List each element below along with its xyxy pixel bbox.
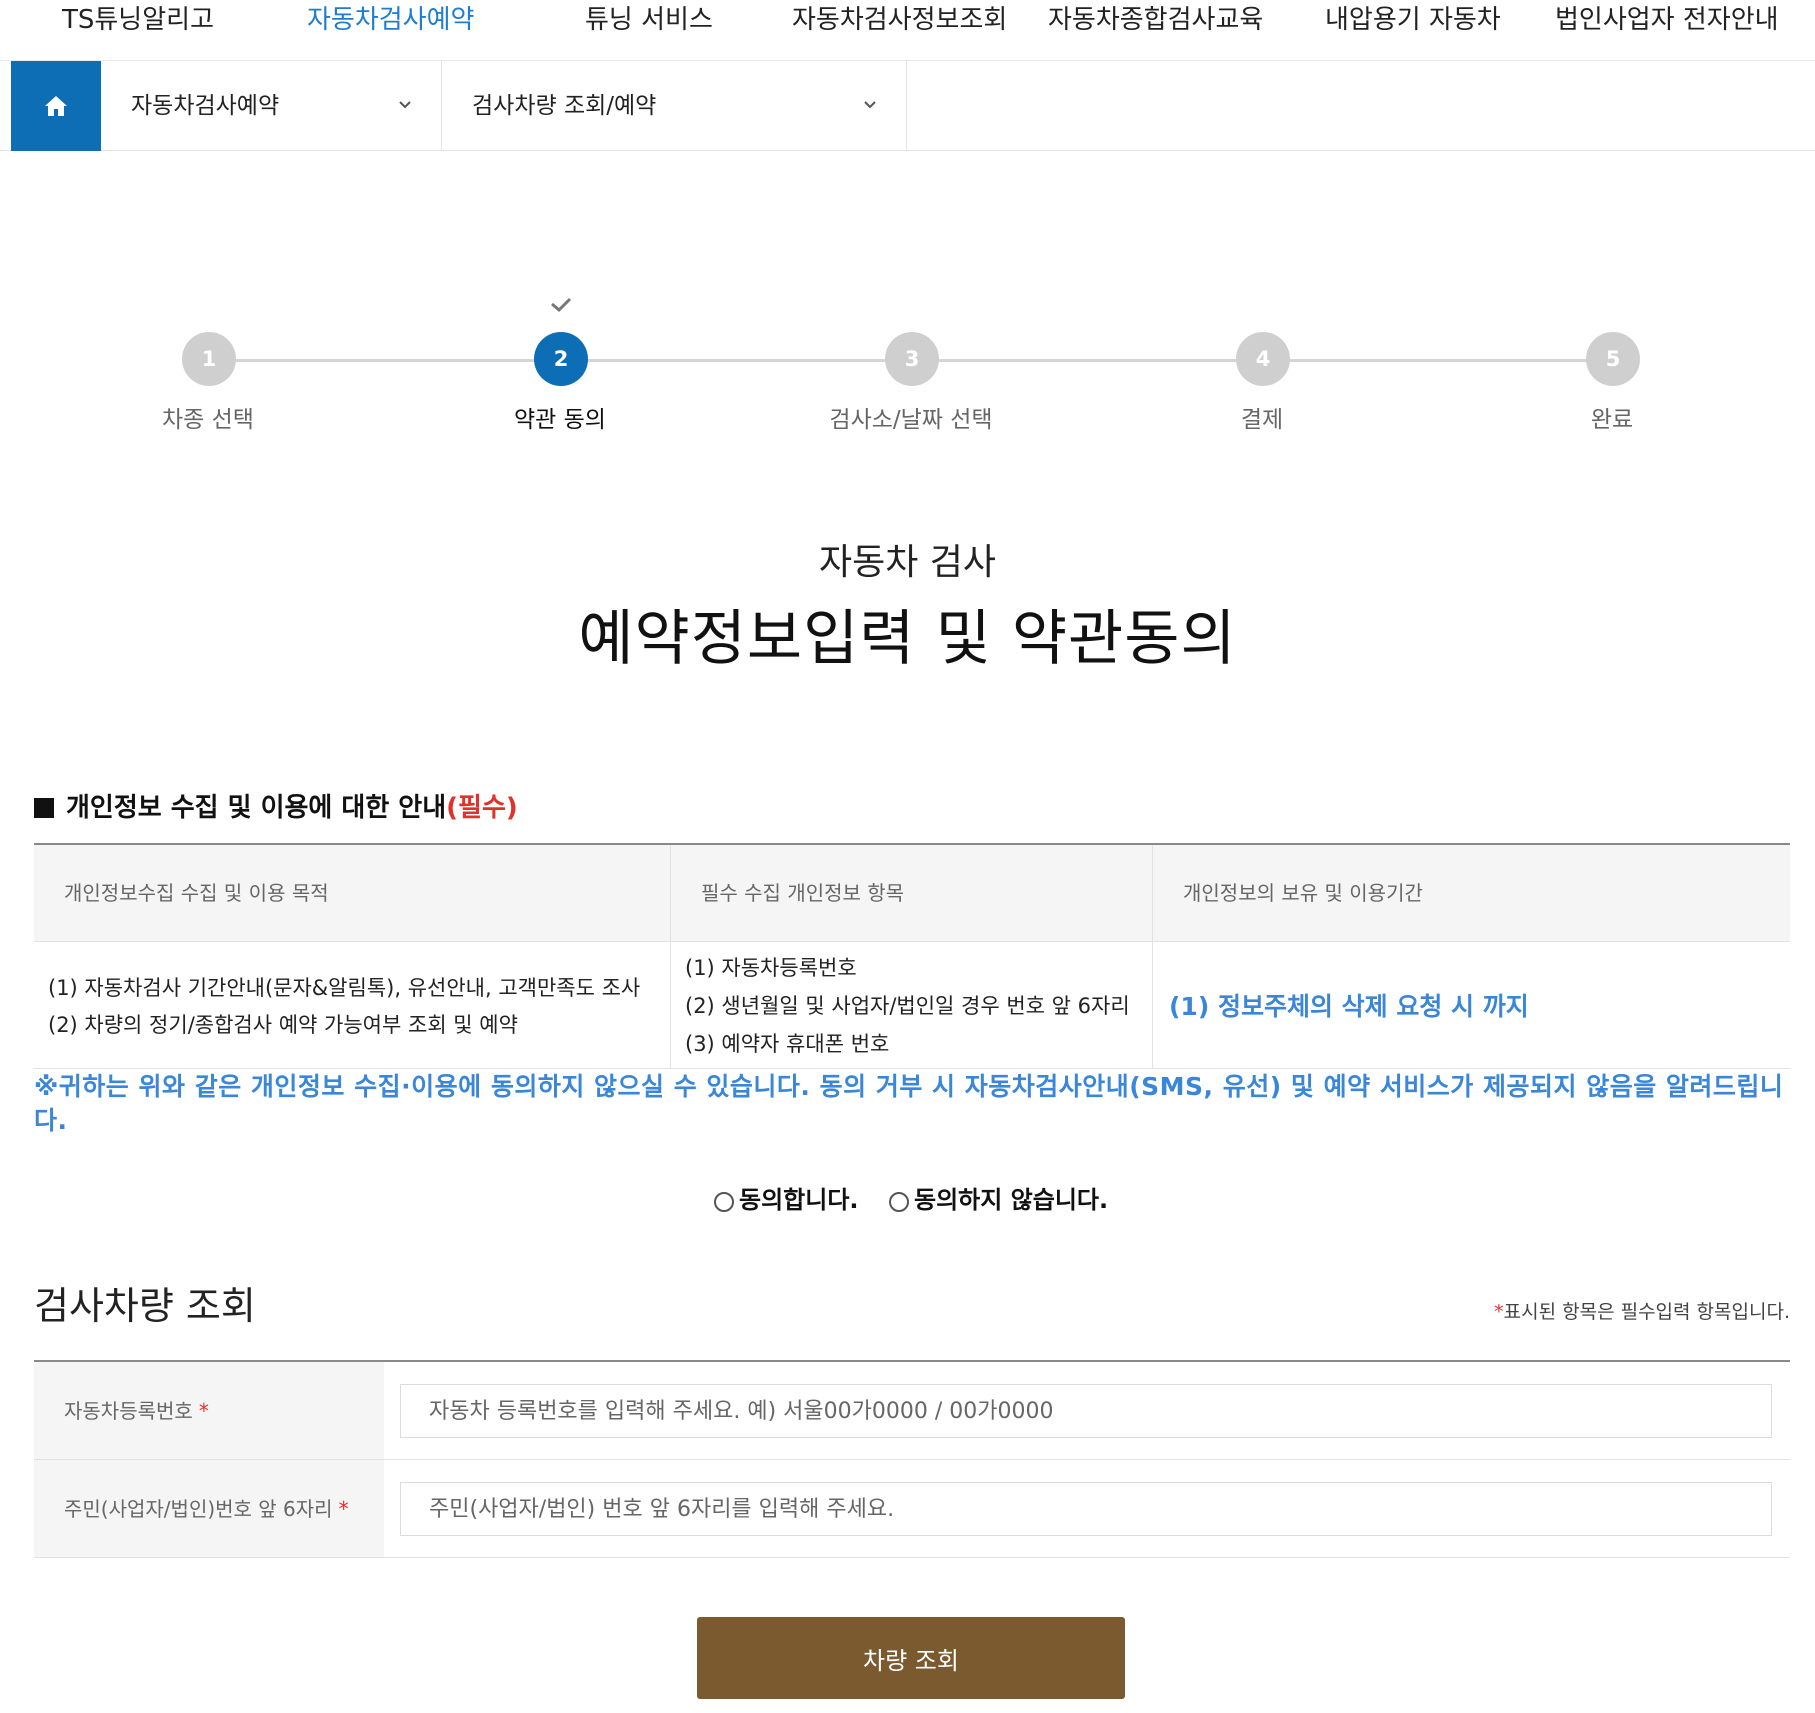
step-number: 1 — [182, 332, 236, 386]
step-label: 완료 — [1590, 407, 1634, 433]
table-header-row: 개인정보수집 수집 및 이용 목적 필수 수집 개인정보 항목 개인정보의 보유… — [34, 845, 1790, 942]
home-button[interactable] — [11, 61, 101, 151]
breadcrumb-level1-dropdown[interactable]: 자동차검사예약 — [101, 61, 442, 151]
retention-text: (1) 정보주체의 삭제 요청 시 까지 — [1169, 992, 1529, 1021]
breadcrumb-level1-label: 자동차검사예약 — [131, 93, 280, 119]
topnav-inspection-education[interactable]: 자동차종합검사교육 — [1048, 0, 1263, 40]
consent-notice: ※귀하는 위와 같은 개인정보 수집·이용에 동의하지 않으실 수 있습니다. … — [34, 1072, 1784, 1135]
disagree-label[interactable]: 동의하지 않습니다. — [914, 1180, 1108, 1220]
step-label: 약관 동의 — [514, 407, 606, 433]
id-label: 주민(사업자/법인)번호 앞 6자리 * — [64, 1497, 349, 1521]
form-row-id: 주민(사업자/법인)번호 앞 6자리 * — [34, 1460, 1790, 1558]
cell-retention: (1) 정보주체의 삭제 요청 시 까지 — [1152, 942, 1790, 1068]
privacy-table: 개인정보수집 수집 및 이용 목적 필수 수집 개인정보 항목 개인정보의 보유… — [34, 843, 1790, 1069]
vehicle-lookup-button[interactable]: 차량 조회 — [697, 1617, 1125, 1699]
step-label: 차종 선택 — [162, 407, 254, 433]
chevron-down-icon — [399, 101, 411, 109]
required-note: *표시된 항목은 필수입력 항목입니다. — [1494, 1297, 1790, 1324]
topnav-ts-tuning[interactable]: TS튜닝알리고 — [62, 0, 214, 40]
plate-number-input[interactable] — [400, 1384, 1772, 1438]
square-bullet-icon — [34, 798, 54, 818]
header-cell-purpose: 개인정보수집 수집 및 이용 목적 — [64, 881, 329, 905]
step-label: 결제 — [1240, 407, 1284, 433]
required-note-text: 표시된 항목은 필수입력 항목입니다. — [1503, 1301, 1790, 1323]
purpose-line: (1) 자동차검사 기간안내(문자&알림톡), 유선안내, 고객만족도 조사 — [48, 976, 641, 1000]
item-line: (3) 예약자 휴대폰 번호 — [685, 1032, 890, 1056]
check-icon — [551, 297, 572, 313]
plate-label-cell: 자동차등록번호 * — [34, 1362, 384, 1459]
cell-purpose: (1) 자동차검사 기간안내(문자&알림톡), 유선안내, 고객만족도 조사 (… — [34, 942, 670, 1068]
purpose-line: (2) 차량의 정기/종합검사 예약 가능여부 조회 및 예약 — [48, 1013, 518, 1037]
step-number: 5 — [1586, 332, 1640, 386]
step-number: 2 — [534, 332, 588, 386]
home-icon — [45, 96, 67, 116]
topnav-inspection-info[interactable]: 자동차검사정보조회 — [792, 0, 1007, 40]
page-subtitle: 자동차 검사 — [818, 542, 997, 583]
consent-radio-group: 동의합니다. 동의하지 않습니다. — [0, 1180, 1815, 1220]
privacy-title-text: 개인정보 수집 및 이용에 대한 안내 — [66, 793, 447, 823]
required-tag: (필수) — [446, 793, 518, 823]
topnav-tuning-service[interactable]: 튜닝 서비스 — [585, 0, 713, 40]
step-number: 4 — [1236, 332, 1290, 386]
header-cell-items: 필수 수집 개인정보 항목 — [670, 845, 1152, 941]
step-number: 3 — [885, 332, 939, 386]
topnav-pressure-vessel[interactable]: 내압용기 자동차 — [1325, 0, 1501, 40]
breadcrumb-level2-dropdown[interactable]: 검사차량 조회/예약 — [442, 61, 907, 151]
topnav-corporate-notice[interactable]: 법인사업자 전자안내 — [1555, 0, 1779, 40]
lookup-section-title: 검사차량 조회 — [34, 1284, 256, 1328]
chevron-down-icon — [864, 101, 876, 109]
radio-circle-icon[interactable] — [889, 1192, 909, 1212]
id-label-cell: 주민(사업자/법인)번호 앞 6자리 * — [34, 1460, 384, 1557]
radio-circle-icon[interactable] — [714, 1192, 734, 1212]
cell-items: (1) 자동차등록번호 (2) 생년월일 및 사업자/법인일 경우 번호 앞 6… — [670, 942, 1152, 1068]
form-row-plate: 자동차등록번호 * — [34, 1362, 1790, 1460]
lookup-form: 자동차등록번호* 주민(사업자/법인)번호 앞 6자리* — [34, 1360, 1790, 1558]
required-star: * — [1494, 1301, 1504, 1323]
plate-label: 자동차등록번호 * — [64, 1399, 209, 1423]
page-title: 예약정보입력 및 약관동의 — [578, 604, 1237, 674]
progress-steps: 1 차종 선택 2 약관 동의 3 검사소/날짜 선택 4 결제 5 완료 — [0, 290, 1815, 450]
top-navigation: TS튜닝알리고 자동차검사예약 튜닝 서비스 자동차검사정보조회 자동차종합검사… — [0, 0, 1815, 61]
step-label: 검사소/날짜 선택 — [829, 407, 993, 433]
privacy-section-title: 개인정보 수집 및 이용에 대한 안내(필수) — [34, 787, 518, 824]
item-line: (1) 자동차등록번호 — [685, 956, 857, 980]
header-cell-retention: 개인정보의 보유 및 이용기간 — [1152, 845, 1790, 941]
table-row: (1) 자동차검사 기간안내(문자&알림톡), 유선안내, 고객만족도 조사 (… — [34, 942, 1790, 1069]
id-prefix-input[interactable] — [400, 1482, 1772, 1536]
topnav-inspection-reservation[interactable]: 자동차검사예약 — [307, 0, 474, 40]
agree-label[interactable]: 동의합니다. — [739, 1180, 859, 1220]
breadcrumb: 자동차검사예약 검사차량 조회/예약 — [0, 61, 1815, 151]
breadcrumb-level2-label: 검사차량 조회/예약 — [472, 93, 657, 119]
item-line: (2) 생년월일 및 사업자/법인일 경우 번호 앞 6자리 — [685, 994, 1130, 1018]
